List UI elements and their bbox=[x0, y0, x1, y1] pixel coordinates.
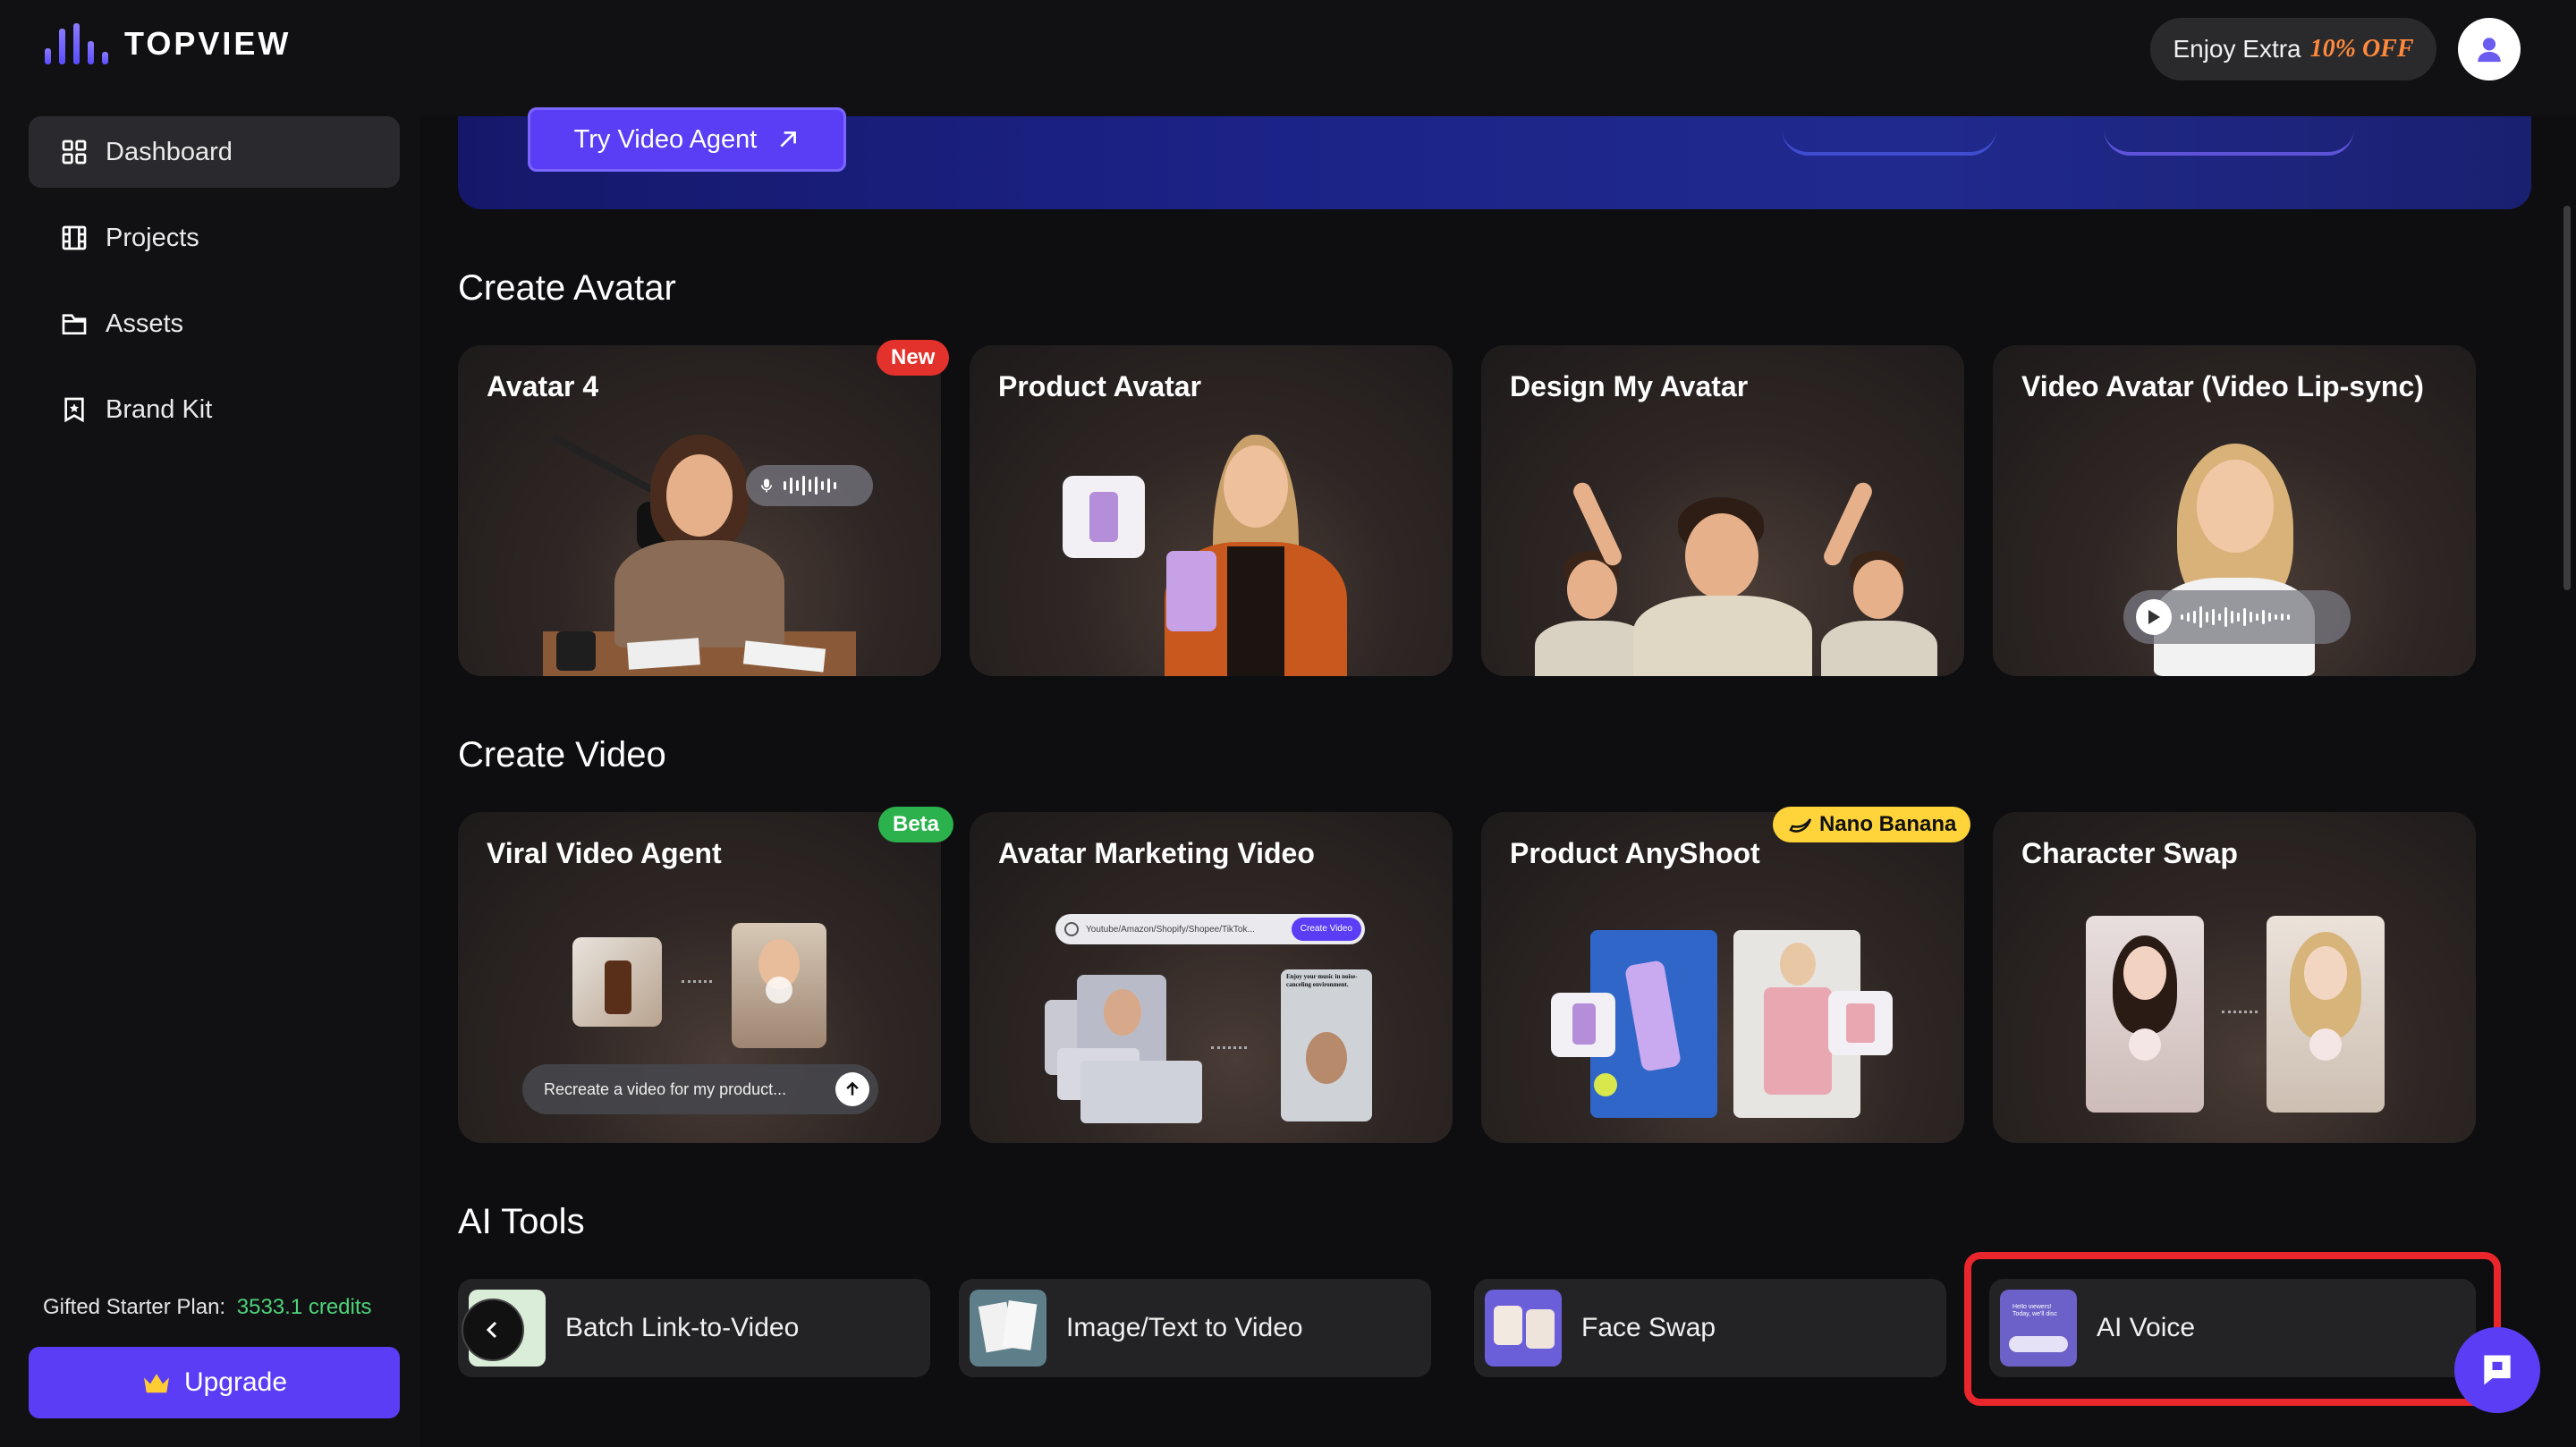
star-bookmark-icon bbox=[59, 394, 89, 425]
url-text: Youtube/Amazon/Shopify/Shopee/TikTok... bbox=[1086, 924, 1255, 935]
sidebar-item-assets[interactable]: Assets bbox=[29, 288, 400, 360]
sidebar-item-brand-kit[interactable]: Brand Kit bbox=[29, 374, 400, 445]
scroll-left-button[interactable] bbox=[462, 1299, 524, 1361]
image-text-thumbnail bbox=[970, 1290, 1046, 1367]
tool-image-text-to-video[interactable]: Image/Text to Video bbox=[959, 1279, 1431, 1377]
create-video-mini-button: Create Video bbox=[1291, 918, 1361, 941]
arrow-up-right-icon bbox=[780, 131, 797, 148]
viral-video-agent-card[interactable]: Viral Video Agent Recreate a video for m… bbox=[458, 812, 941, 1143]
face-swap-thumbnail bbox=[1485, 1290, 1562, 1367]
tool-label: Image/Text to Video bbox=[1066, 1313, 1303, 1342]
caption-text: Enjoy your music in noise-canceling envi… bbox=[1286, 973, 1358, 988]
topview-logo[interactable]: TOPVIEW bbox=[45, 23, 291, 64]
profile-avatar-button[interactable] bbox=[2458, 18, 2521, 80]
support-chat-button[interactable] bbox=[2454, 1327, 2540, 1413]
url-input: Youtube/Amazon/Shopify/Shopee/TikTok... … bbox=[1055, 914, 1365, 944]
card-title: Design My Avatar bbox=[1510, 370, 1749, 402]
card-title: Avatar 4 bbox=[487, 370, 599, 402]
try-video-agent-label: Try Video Agent bbox=[573, 124, 758, 154]
try-video-agent-button[interactable]: Try Video Agent bbox=[528, 107, 846, 172]
character-swap-card[interactable]: Character Swap bbox=[1993, 812, 2476, 1143]
brand-name: TOPVIEW bbox=[124, 25, 292, 62]
create-avatar-heading: Create Avatar bbox=[458, 268, 676, 308]
create-video-heading: Create Video bbox=[458, 735, 666, 774]
promo-prefix: Enjoy Extra bbox=[2173, 35, 2301, 63]
card-title: Product Avatar bbox=[998, 370, 1202, 402]
crown-icon bbox=[143, 1374, 169, 1393]
chevron-left-icon bbox=[486, 1321, 497, 1339]
send-arrow-icon[interactable] bbox=[835, 1072, 869, 1106]
sidebar-item-projects[interactable]: Projects bbox=[29, 202, 400, 274]
film-icon bbox=[59, 223, 89, 253]
product-anyshoot-card[interactable]: Product AnyShoot bbox=[1481, 812, 1964, 1143]
voice-wave-pill bbox=[746, 465, 873, 506]
beta-badge: Beta bbox=[878, 807, 954, 842]
nano-banana-badge: Nano Banana bbox=[1773, 807, 1971, 842]
banana-icon bbox=[1789, 818, 1812, 833]
design-my-avatar-card[interactable]: Design My Avatar bbox=[1481, 345, 1964, 676]
product-avatar-card[interactable]: Product Avatar bbox=[970, 345, 1453, 676]
sidebar: Dashboard Projects Assets Brand Kit bbox=[0, 116, 420, 1447]
sidebar-item-dashboard[interactable]: Dashboard bbox=[29, 116, 400, 188]
credits-count: 3533.1 credits bbox=[236, 1295, 372, 1319]
upgrade-button[interactable]: Upgrade bbox=[29, 1347, 400, 1418]
card-title: Video Avatar (Video Lip-sync) bbox=[2021, 370, 2424, 402]
avatar-marketing-video-card[interactable]: Avatar Marketing Video Youtube/Amazon/Sh… bbox=[970, 812, 1453, 1143]
page-scrollbar[interactable] bbox=[2563, 206, 2571, 590]
card-title: Character Swap bbox=[2021, 837, 2238, 869]
plan-info: Gifted Starter Plan: 3533.1 credits bbox=[43, 1295, 372, 1320]
upgrade-label: Upgrade bbox=[183, 1367, 288, 1397]
new-badge: New bbox=[877, 340, 950, 376]
link-icon bbox=[1064, 922, 1079, 936]
logo-mark-icon bbox=[45, 23, 108, 64]
tool-label: Face Swap bbox=[1581, 1313, 1716, 1342]
card-title: Product AnyShoot bbox=[1510, 837, 1760, 869]
sidebar-item-label: Brand Kit bbox=[106, 394, 213, 424]
dashboard-grid-icon bbox=[59, 137, 89, 167]
ai-tools-heading: AI Tools bbox=[458, 1202, 585, 1241]
avatar-4-card[interactable]: Avatar 4 bbox=[458, 345, 941, 676]
badge-label: Nano Banana bbox=[1819, 812, 1957, 836]
plan-label: Gifted Starter Plan: bbox=[43, 1295, 226, 1319]
folder-icon bbox=[59, 309, 89, 339]
play-icon bbox=[2136, 599, 2172, 635]
card-title: Viral Video Agent bbox=[487, 837, 722, 869]
top-bar: TOPVIEW Enjoy Extra 10% OFF bbox=[0, 0, 2576, 116]
sidebar-item-label: Dashboard bbox=[106, 137, 233, 166]
user-icon bbox=[2478, 38, 2501, 63]
video-avatar-lipsync-card[interactable]: Video Avatar (Video Lip-sync) bbox=[1993, 345, 2476, 676]
tool-label: Batch Link-to-Video bbox=[565, 1313, 800, 1342]
tool-batch-link-to-video[interactable]: Batch Link-to-Video bbox=[458, 1279, 930, 1377]
sidebar-item-label: Assets bbox=[106, 309, 184, 338]
promo-discount: 10% OFF bbox=[2309, 35, 2414, 63]
sidebar-item-label: Projects bbox=[106, 223, 199, 252]
tool-face-swap[interactable]: Face Swap bbox=[1474, 1279, 1946, 1377]
prompt-input[interactable]: Recreate a video for my product... bbox=[522, 1064, 878, 1114]
prompt-text: Recreate a video for my product... bbox=[544, 1079, 787, 1098]
ai-voice-highlight-box bbox=[1964, 1252, 2501, 1406]
promo-button[interactable]: Enjoy Extra 10% OFF bbox=[2150, 18, 2436, 80]
audio-play-pill[interactable] bbox=[2123, 590, 2351, 644]
chat-bubble-icon bbox=[2484, 1355, 2511, 1385]
card-title: Avatar Marketing Video bbox=[998, 837, 1315, 869]
microphone-icon bbox=[761, 478, 772, 493]
